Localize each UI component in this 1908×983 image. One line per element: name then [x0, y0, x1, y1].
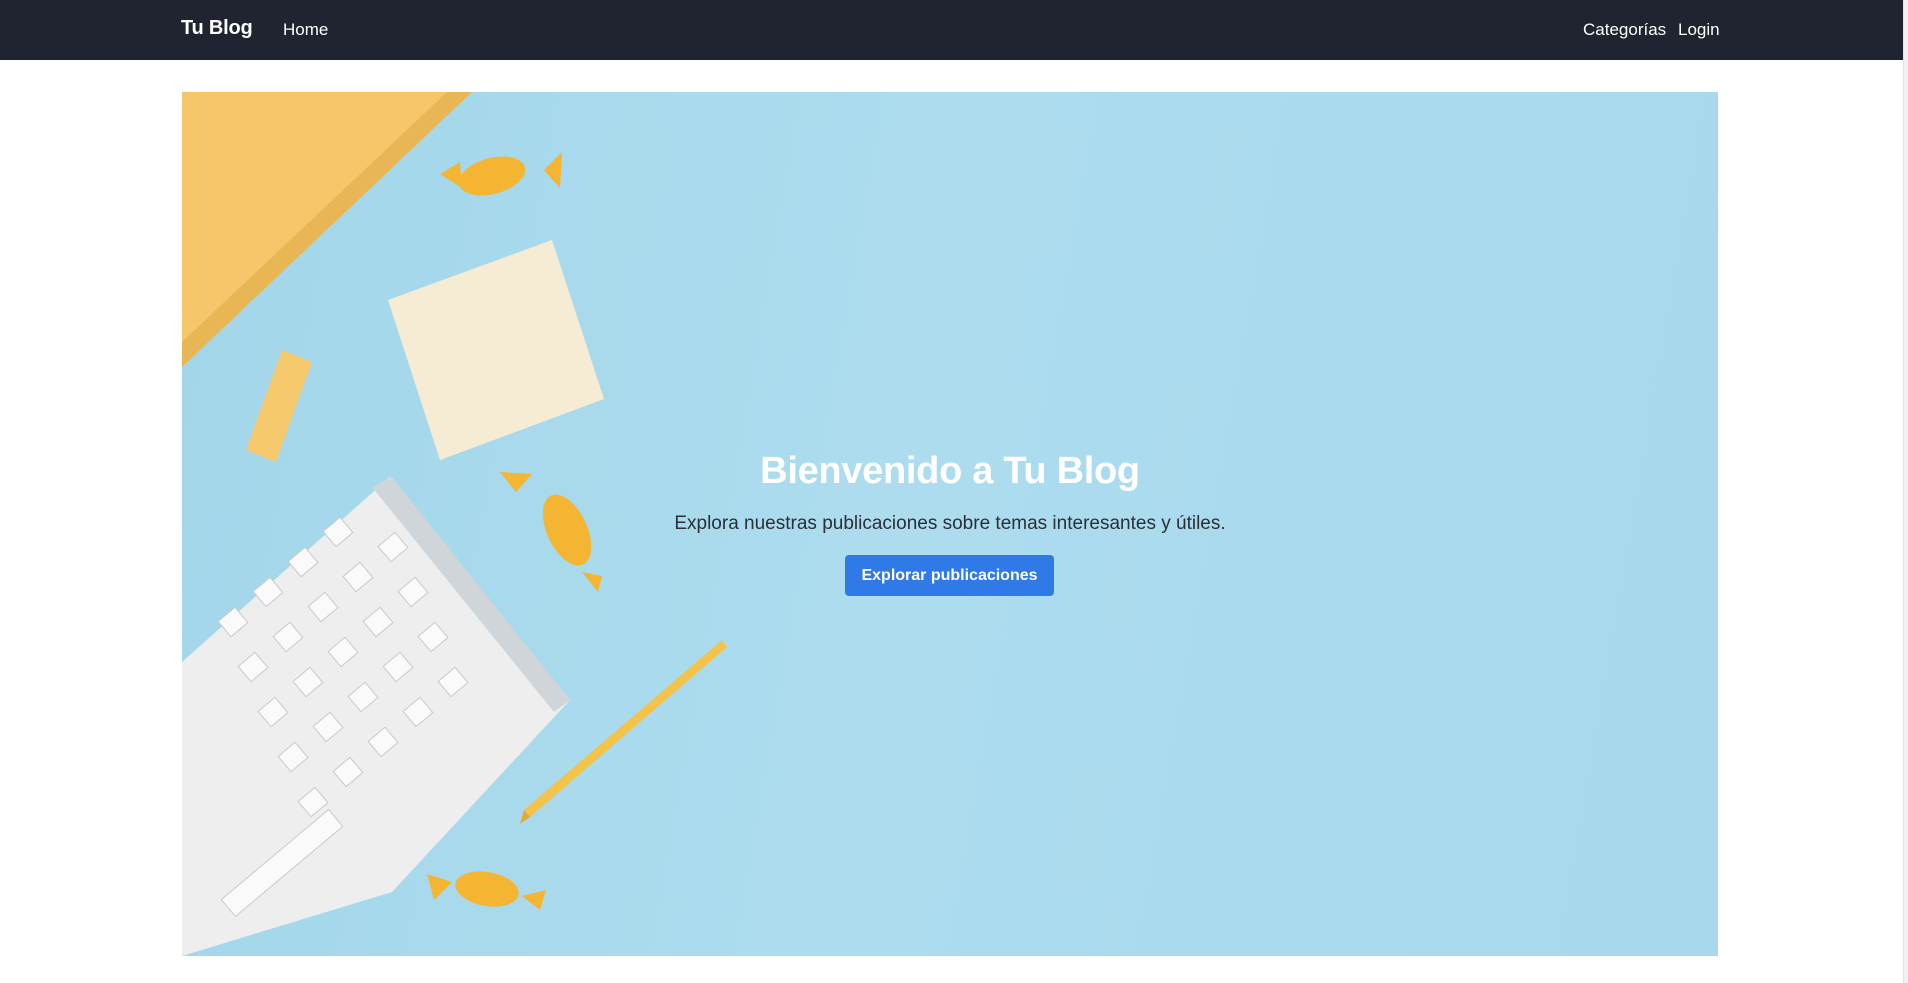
nav-link-categorias[interactable]: Categorías	[1583, 20, 1666, 40]
hero-banner: Bienvenido a Tu Blog Explora nuestras pu…	[182, 92, 1718, 956]
page-scrollbar[interactable]	[1903, 0, 1908, 983]
hero-subtitle: Explora nuestras publicaciones sobre tem…	[674, 513, 1226, 534]
navbar: Tu Blog Home Categorías Login	[0, 0, 1903, 60]
explore-posts-button[interactable]: Explorar publicaciones	[845, 555, 1054, 596]
hero-content: Bienvenido a Tu Blog Explora nuestras pu…	[182, 92, 1718, 956]
nav-link-login[interactable]: Login	[1678, 20, 1720, 40]
hero-title: Bienvenido a Tu Blog	[760, 450, 1140, 492]
brand-logo-link[interactable]: Tu Blog	[181, 17, 253, 40]
page: Tu Blog Home Categorías Login Bienvenido…	[0, 0, 1908, 983]
nav-link-home[interactable]: Home	[283, 20, 328, 40]
